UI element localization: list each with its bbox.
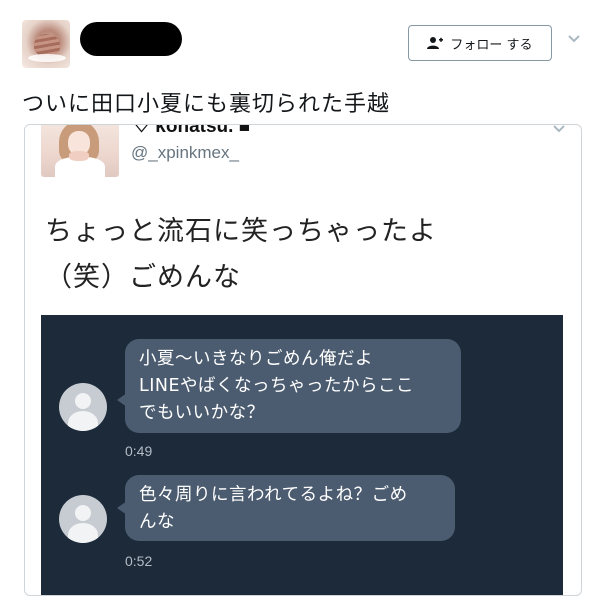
- chat-line: でもいいかな？: [139, 403, 265, 423]
- chat-line: 色々周りに言われてるよね？ごめ: [139, 485, 408, 505]
- chat-line: LINEやばくなっちゃったからここ: [139, 376, 415, 396]
- chat-bubble: 色々周りに言われてるよね？ごめ んな: [117, 475, 455, 541]
- embedded-tweet-text: ちょっと流石に笑っちゃったよ （笑）ごめんな: [45, 209, 565, 301]
- follow-button[interactable]: フォロー する: [408, 25, 552, 61]
- chevron-down-icon: [553, 125, 565, 133]
- cake-image: [34, 34, 60, 56]
- tweet-text: ついに田口小夏にも裏切られた手越: [22, 92, 391, 117]
- embedded-text-line: （笑）ごめんな: [45, 262, 241, 293]
- chevron-down-icon[interactable]: [566, 33, 582, 45]
- message-timestamp: 0:52: [125, 553, 153, 569]
- default-user-icon: [75, 505, 91, 521]
- embedded-avatar: [41, 125, 119, 177]
- embedded-text-line: ちょっと流石に笑っちゃったよ: [45, 216, 437, 247]
- redacted-author-name: [80, 22, 182, 56]
- chat-avatar: [59, 383, 107, 431]
- default-user-icon-body: [68, 411, 98, 431]
- add-user-icon: [427, 37, 444, 49]
- chat-screenshot: 小夏〜いきなりごめん俺だよ LINEやばくなっちゃったからここ でもいいかな？ …: [41, 315, 563, 595]
- default-user-icon: [75, 393, 91, 409]
- avatar-hands: [69, 151, 89, 161]
- default-user-icon-body: [68, 523, 98, 543]
- author-avatar[interactable]: [22, 20, 70, 68]
- follow-button-label: フォロー する: [450, 37, 533, 53]
- plate-image: [28, 54, 66, 62]
- chat-avatar: [59, 495, 107, 543]
- embedded-screenshot[interactable]: ♡ konatsu. ■ @_xpinkmex_ ちょっと流石に笑っちゃったよ …: [24, 124, 582, 596]
- message-timestamp: 0:49: [125, 443, 153, 459]
- embedded-author-handle: @_xpinkmex_: [131, 143, 239, 162]
- chat-line: んな: [139, 512, 175, 532]
- chat-bubble: 小夏〜いきなりごめん俺だよ LINEやばくなっちゃったからここ でもいいかな？: [117, 339, 461, 433]
- embedded-author-name: ♡ konatsu. ■: [133, 124, 251, 137]
- chat-line: 小夏〜いきなりごめん俺だよ: [139, 349, 373, 369]
